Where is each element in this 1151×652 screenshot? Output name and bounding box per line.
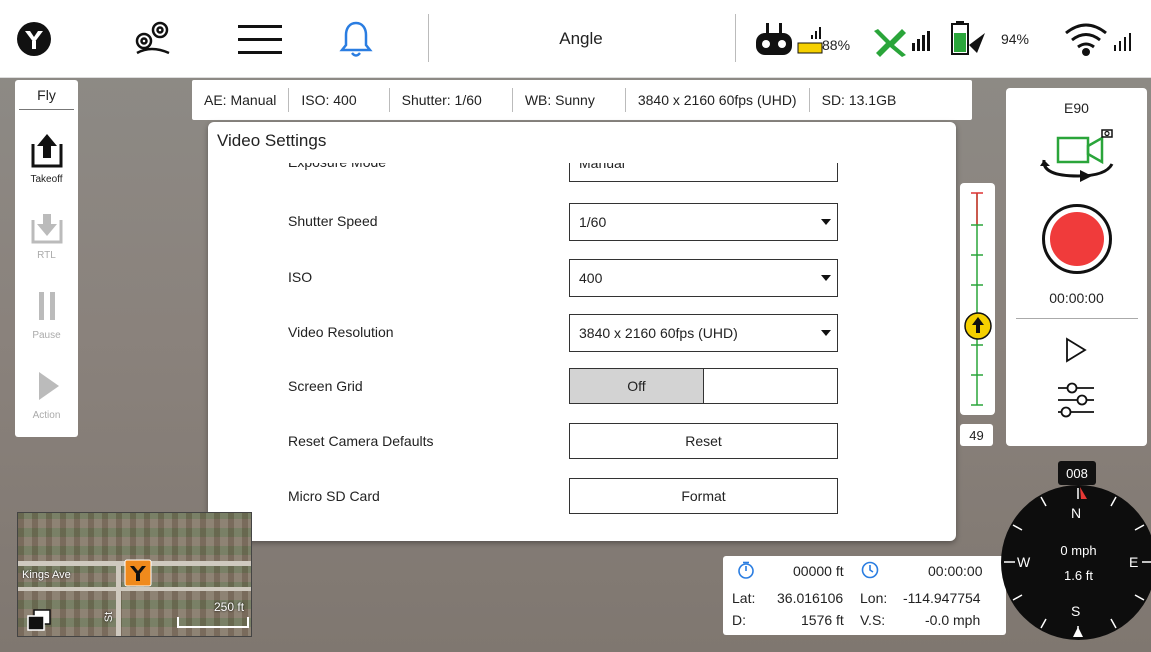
d-value: 1576 ft	[801, 612, 844, 628]
lon-value: -114.947754	[903, 590, 981, 606]
exposure-mode-label: Exposure Mode	[288, 162, 387, 170]
controller-icon	[752, 0, 796, 78]
rtl-label: RTL	[37, 250, 56, 261]
topbar-divider	[735, 14, 736, 62]
video-resolution-label: Video Resolution	[288, 324, 394, 340]
reset-camera-defaults-label: Reset Camera Defaults	[288, 433, 434, 449]
distance-icon	[738, 561, 754, 579]
exposure-mode-value: Manual	[579, 162, 625, 171]
page-title: Angle	[559, 29, 603, 48]
wifi-icon	[1060, 0, 1140, 78]
altitude-slider[interactable]	[960, 183, 995, 415]
dialog-title: Video Settings	[217, 131, 327, 150]
ae-info: AE: Manual	[192, 88, 290, 112]
camera-settings-sliders-icon[interactable]	[1056, 380, 1096, 420]
compass: N S E W 0 mph 1.6 ft	[1001, 485, 1151, 640]
drone-position-icon	[124, 559, 152, 587]
menu-icon[interactable]	[232, 0, 288, 78]
sd-info: SD: 13.1GB	[821, 92, 897, 108]
d-label: D:	[732, 612, 746, 628]
caret-down-icon	[821, 219, 831, 225]
ground-speed: 0 mph	[1060, 543, 1097, 558]
vs-value: -0.0 mph	[925, 612, 981, 628]
takeoff-button[interactable]: Takeoff	[15, 130, 78, 185]
lon-label: Lon:	[860, 590, 888, 606]
pause-label: Pause	[32, 330, 61, 341]
video-settings-dialog: Video Settings Exposure Mode Manual Shut…	[208, 122, 956, 541]
compass-s: S	[1071, 603, 1081, 619]
iso-info: ISO: 400	[289, 88, 390, 112]
screen-grid-toggle[interactable]: Off	[569, 368, 838, 404]
record-icon	[1050, 212, 1104, 266]
camera-info-strip: AE: Manual ISO: 400 Shutter: 1/60 WB: Su…	[192, 80, 972, 120]
action-label: Action	[32, 410, 61, 421]
wb-info: WB: Sunny	[513, 88, 626, 112]
heading-readout: 008	[1058, 461, 1096, 485]
flight-time: 00:00:00	[928, 563, 983, 579]
minimap-street-label: Kings Ave	[22, 569, 71, 581]
layers-icon[interactable]	[26, 608, 52, 632]
record-timer: 00:00:00	[1049, 290, 1104, 306]
shutter-info: Shutter: 1/60	[390, 88, 513, 112]
reset-button[interactable]: Reset	[569, 423, 838, 459]
minimap-street-label: St	[103, 611, 116, 623]
exposure-mode-select[interactable]: Manual	[569, 162, 838, 182]
fly-panel-header: Fly	[19, 80, 74, 110]
vs-label: V.S:	[860, 612, 886, 628]
minimap-road	[116, 561, 121, 636]
camera-panel: E90 00:00:00	[1006, 88, 1147, 446]
altitude-value: 49	[960, 424, 993, 446]
rtl-button[interactable]: RTL	[15, 206, 78, 261]
altitude-handle-icon[interactable]	[963, 311, 993, 341]
minimap-scale-text: 250 ft	[214, 600, 245, 614]
route-pin-icon[interactable]	[125, 0, 181, 78]
fly-panel: Fly Takeoff RTL Pause Action	[15, 80, 78, 437]
shutter-speed-label: Shutter Speed	[288, 213, 378, 229]
camera-panel-divider	[1016, 318, 1138, 319]
takeoff-label: Takeoff	[30, 174, 63, 185]
caret-down-icon	[821, 330, 831, 336]
camera-model: E90	[1064, 100, 1089, 116]
compass-n: N	[1071, 505, 1082, 521]
switch-camera-mode-icon[interactable]	[1036, 126, 1120, 188]
lat-label: Lat:	[732, 590, 756, 606]
minimap-scale-bar	[177, 617, 249, 628]
clock-icon	[861, 561, 879, 579]
iso-select[interactable]: 400	[569, 259, 838, 297]
format-button[interactable]: Format	[569, 478, 838, 514]
micro-sd-card-label: Micro SD Card	[288, 488, 380, 504]
iso-value: 400	[579, 270, 603, 286]
battery-icon	[945, 0, 989, 78]
distance-value: 00000 ft	[793, 563, 844, 579]
resolution-info: 3840 x 2160 60fps (UHD)	[626, 88, 810, 112]
minimap-road	[18, 587, 251, 591]
video-resolution-select[interactable]: 3840 x 2160 60fps (UHD)	[569, 314, 838, 352]
lat-value: 36.016106	[777, 590, 844, 606]
action-button[interactable]: Action	[15, 368, 78, 421]
screen-grid-label: Screen Grid	[288, 378, 363, 394]
pause-button[interactable]: Pause	[15, 288, 78, 341]
drone-battery-text: 94%	[1000, 31, 1030, 47]
video-resolution-value: 3840 x 2160 60fps (UHD)	[579, 325, 738, 341]
gps-satellite-icon	[870, 0, 940, 78]
topbar-divider	[428, 14, 429, 62]
logo-icon[interactable]	[10, 0, 58, 78]
exposure-mode-row: Exposure Mode Manual	[208, 162, 956, 188]
shutter-speed-value: 1/60	[579, 214, 607, 230]
screen-grid-on-option[interactable]	[704, 369, 837, 403]
playback-icon[interactable]	[1064, 336, 1088, 364]
top-bar: Angle 88% 94%	[0, 0, 1151, 78]
caret-down-icon	[821, 275, 831, 281]
screen-grid-off-option[interactable]: Off	[570, 369, 704, 403]
relative-altitude: 1.6 ft	[1064, 568, 1093, 583]
record-button[interactable]	[1042, 204, 1112, 274]
shutter-speed-select[interactable]: 1/60	[569, 203, 838, 241]
telemetry-panel: 00000 ft 00:00:00 Lat: 36.016106 Lon: -1…	[723, 556, 1006, 635]
iso-label: ISO	[288, 269, 313, 285]
bell-icon[interactable]	[332, 0, 380, 78]
scroll-edge	[208, 162, 956, 163]
minimap[interactable]: Kings Ave St 250 ft	[17, 512, 252, 637]
controller-battery-text: 88%	[822, 37, 851, 53]
